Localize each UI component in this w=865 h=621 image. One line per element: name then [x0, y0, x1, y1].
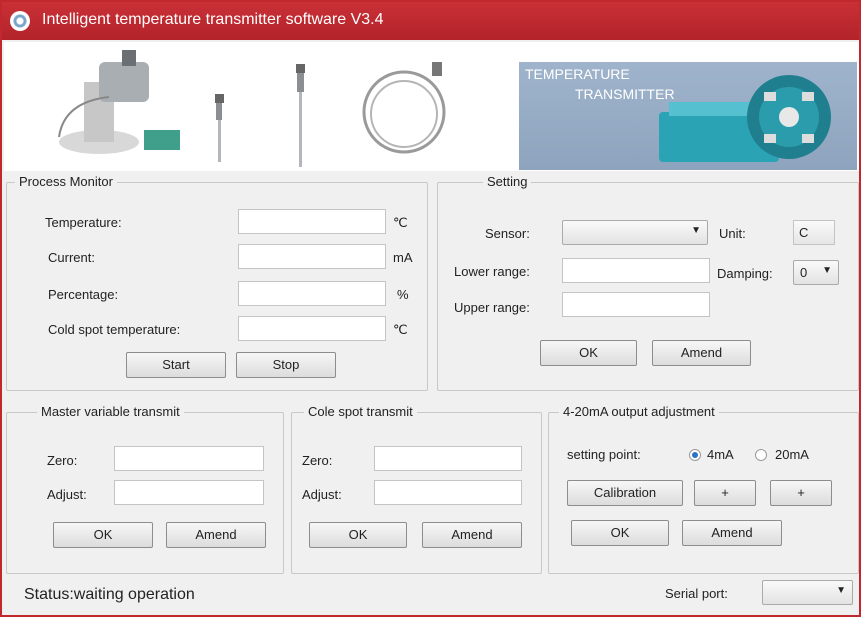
window-title: Intelligent temperature transmitter soft…: [42, 11, 384, 28]
temperature-unit: ℃: [393, 215, 408, 230]
calibration-button[interactable]: Calibration: [567, 480, 683, 506]
current-unit: mA: [393, 250, 413, 265]
current-field[interactable]: [238, 244, 386, 269]
cold-adjust-label: Adjust:: [302, 487, 342, 502]
radio-20ma[interactable]: [755, 449, 767, 461]
stop-button[interactable]: Stop: [236, 352, 336, 378]
master-adjust-field[interactable]: [114, 480, 264, 505]
output-adjustment-group: 4-20mA output adjustment setting point: …: [548, 404, 859, 574]
temperature-field[interactable]: [238, 209, 386, 234]
master-zero-label: Zero:: [47, 453, 78, 468]
serial-port-label: Serial port:: [665, 586, 728, 601]
setting-ok-button[interactable]: OK: [540, 340, 637, 366]
status-text: Status:waiting operation: [24, 586, 195, 603]
chevron-down-icon: ▼: [691, 225, 701, 236]
chevron-down-icon: ▼: [836, 585, 846, 596]
damping-select-value: 0: [800, 265, 808, 280]
percentage-unit: %: [397, 287, 409, 302]
output-adjustment-legend: 4-20mA output adjustment: [559, 404, 719, 419]
serial-port-select[interactable]: ▼: [762, 580, 853, 605]
cold-spot-temperature-field[interactable]: [238, 316, 386, 341]
cole-spot-legend: Cole spot transmit: [304, 404, 417, 419]
transmitter-head-image: [58, 50, 180, 154]
damping-label: Damping:: [717, 266, 773, 281]
setting-group: Setting Sensor: ▼ Unit: C Lower range: D…: [437, 174, 859, 391]
probe-sensor-image-2: [296, 64, 305, 167]
damping-select[interactable]: 0 ▼: [793, 260, 839, 285]
current-label: Current:: [48, 250, 95, 265]
cable-sensor-image: [362, 62, 446, 154]
master-adjust-label: Adjust:: [47, 487, 87, 502]
probe-sensor-image-1: [215, 94, 224, 162]
sensor-label: Sensor:: [485, 226, 530, 241]
sensor-select[interactable]: ▼: [562, 220, 708, 245]
title-bar: Intelligent temperature transmitter soft…: [2, 2, 859, 40]
cole-spot-transmit-group: Cole spot transmit Zero: Adjust: OK Amen…: [291, 404, 542, 574]
percentage-field[interactable]: [238, 281, 386, 306]
upper-range-label: Upper range:: [454, 300, 530, 315]
setting-point-label: setting point:: [567, 447, 641, 462]
option-4ma-label: 4mA: [707, 447, 734, 462]
product-photos: [58, 50, 446, 167]
cold-spot-temperature-unit: ℃: [393, 322, 408, 337]
process-monitor-legend: Process Monitor: [15, 174, 117, 189]
transmitter-banner-panel: TEMPERATURE TRANSMITTER: [519, 62, 857, 170]
percentage-label: Percentage:: [48, 287, 119, 302]
option-20ma-label: 20mA: [775, 447, 809, 462]
cold-amend-button[interactable]: Amend: [422, 522, 522, 548]
unit-label: Unit:: [719, 226, 746, 241]
setting-amend-button[interactable]: Amend: [652, 340, 751, 366]
plus-button-2[interactable]: +: [770, 480, 832, 506]
radio-4ma[interactable]: [689, 449, 701, 461]
upper-range-field[interactable]: [562, 292, 710, 317]
cold-ok-button[interactable]: OK: [309, 522, 407, 548]
app-logo-icon: [10, 11, 30, 31]
master-variable-legend: Master variable transmit: [37, 404, 184, 419]
chevron-down-icon: ▼: [822, 265, 832, 276]
app-window: Intelligent temperature transmitter soft…: [0, 0, 861, 617]
master-zero-field[interactable]: [114, 446, 264, 471]
master-variable-transmit-group: Master variable transmit Zero: Adjust: O…: [6, 404, 284, 574]
cold-spot-temperature-label: Cold spot temperature:: [48, 322, 181, 337]
output-amend-button[interactable]: Amend: [682, 520, 782, 546]
lower-range-label: Lower range:: [454, 264, 530, 279]
setting-legend: Setting: [483, 174, 532, 189]
unit-field[interactable]: C: [793, 220, 835, 245]
cold-zero-label: Zero:: [302, 453, 333, 468]
product-banner: TEMPERATURE TRANSMITTER: [4, 42, 859, 171]
lower-range-field[interactable]: [562, 258, 710, 283]
start-button[interactable]: Start: [126, 352, 226, 378]
plus-button-1[interactable]: +: [694, 480, 756, 506]
process-monitor-group: Process Monitor Temperature: ℃ Current: …: [6, 174, 428, 391]
temperature-label: Temperature:: [45, 215, 122, 230]
master-ok-button[interactable]: OK: [53, 522, 153, 548]
output-ok-button[interactable]: OK: [571, 520, 669, 546]
cold-adjust-field[interactable]: [374, 480, 522, 505]
transmitter-module-image: [659, 75, 831, 162]
cold-zero-field[interactable]: [374, 446, 522, 471]
master-amend-button[interactable]: Amend: [166, 522, 266, 548]
